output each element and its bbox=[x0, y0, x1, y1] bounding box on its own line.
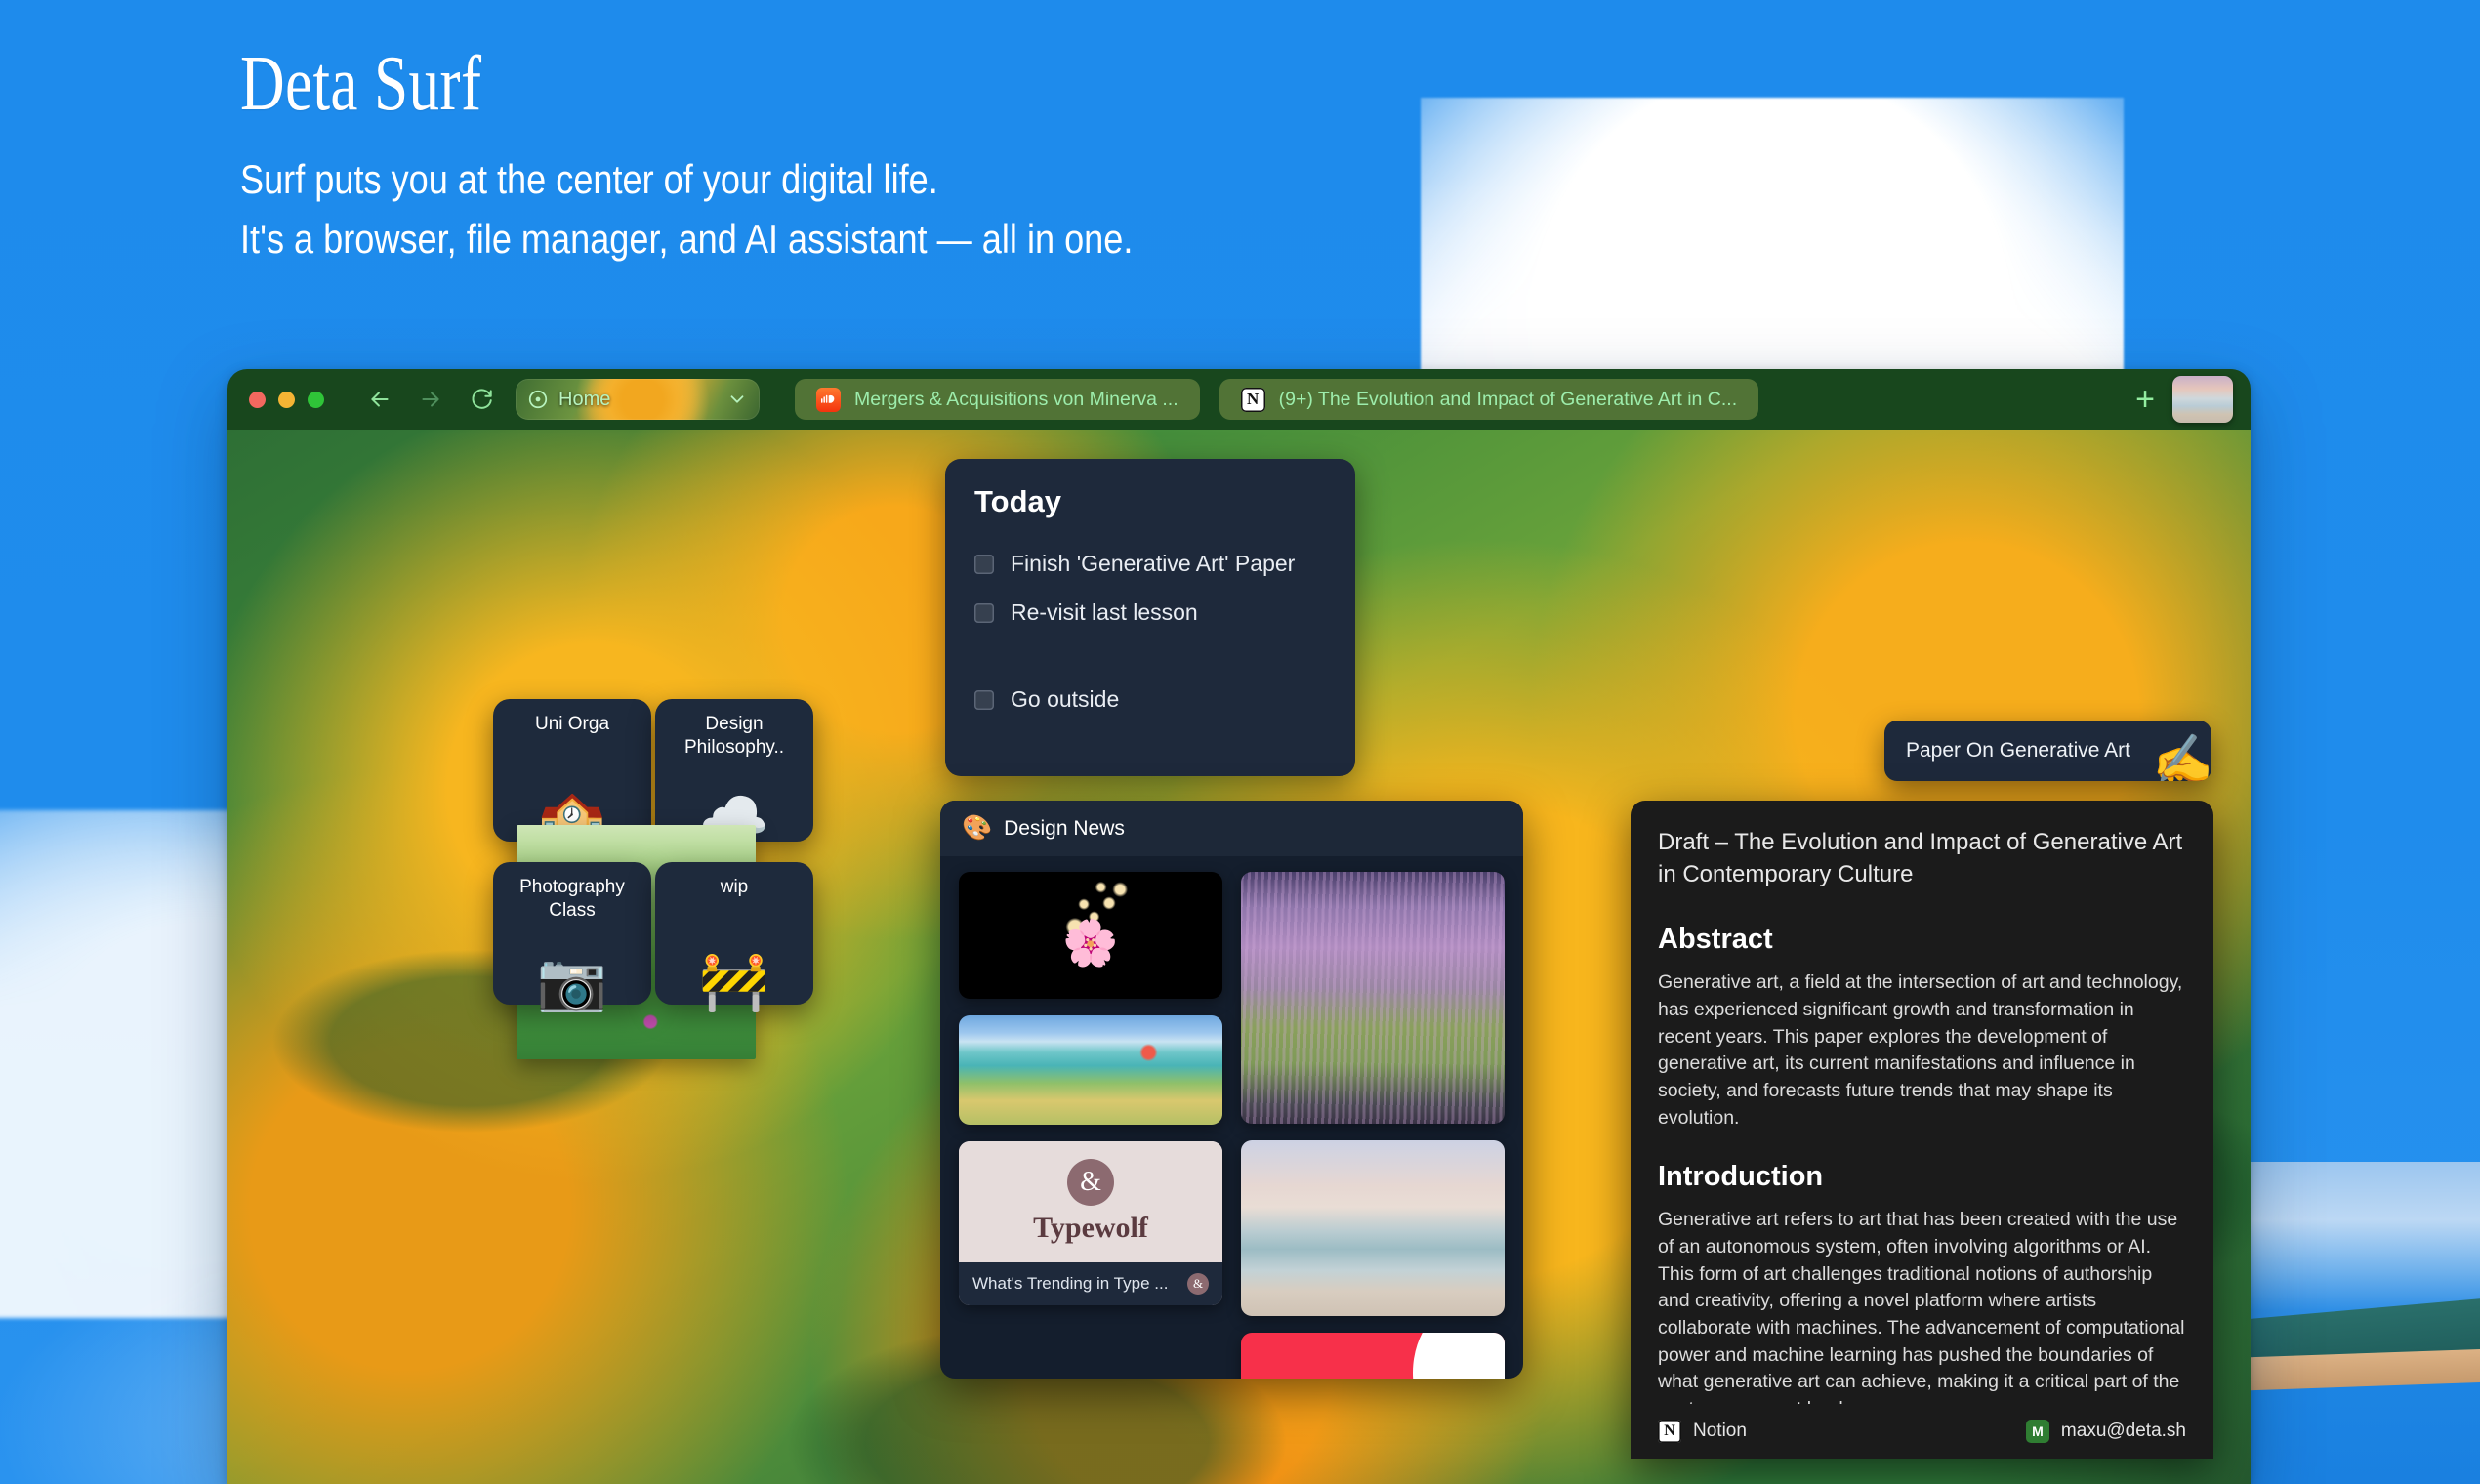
close-window-button[interactable] bbox=[249, 391, 266, 408]
forward-icon[interactable] bbox=[418, 387, 443, 412]
section-heading-abstract: Abstract bbox=[1658, 924, 1773, 956]
tile-label: Uni Orga bbox=[534, 714, 610, 734]
design-news-grid: 🌸 & Typewolf What's Trending in Type ...… bbox=[940, 856, 1523, 1379]
paper-on-generative-art-pill[interactable]: Paper On Generative Art ✍️ bbox=[1884, 721, 2211, 781]
tab-label: (9+) The Evolution and Impact of Generat… bbox=[1278, 388, 1738, 410]
soundcloud-icon bbox=[816, 387, 841, 412]
account-email-label: maxu@deta.sh bbox=[2060, 1421, 2186, 1441]
tab-notion-generative-art[interactable]: N (9+) The Evolution and Impact of Gener… bbox=[1219, 379, 1759, 420]
document-source-label: Notion bbox=[1693, 1421, 1747, 1441]
typewolf-mini-icon: & bbox=[1187, 1273, 1209, 1295]
window-controls bbox=[249, 391, 324, 408]
todo-item[interactable]: Go outside bbox=[974, 686, 1326, 713]
design-news-column-left: 🌸 & Typewolf What's Trending in Type ...… bbox=[959, 872, 1222, 1363]
document-account[interactable]: M maxu@deta.sh bbox=[2025, 1420, 2186, 1443]
section-body-introduction: Generative art refers to art that has be… bbox=[1658, 1209, 2185, 1420]
todo-label: Go outside bbox=[1011, 686, 1120, 712]
checkbox-icon[interactable] bbox=[974, 554, 994, 574]
tile-label: wip bbox=[720, 877, 749, 897]
design-news-title: Design News bbox=[1004, 816, 1125, 840]
artist-palette-icon: 🎨 bbox=[962, 814, 993, 842]
typewolf-logo-icon: & bbox=[1067, 1159, 1114, 1206]
section-body-abstract: Generative art, a field at the intersect… bbox=[1658, 971, 2183, 1129]
tile-wip[interactable]: wip 🚧 bbox=[655, 862, 813, 1010]
avatar: M bbox=[2025, 1420, 2049, 1443]
document-body: Draft – The Evolution and Impact of Gene… bbox=[1631, 801, 2213, 1423]
todo-label: Finish 'Generative Art' Paper bbox=[1011, 551, 1296, 576]
design-news-column-right bbox=[1241, 872, 1505, 1379]
tile-label: Photography Class bbox=[519, 877, 625, 921]
tile-label: Design Philosophy.. bbox=[683, 714, 785, 758]
tile-design-philosophy[interactable]: Design Philosophy.. ☁️ bbox=[655, 699, 813, 847]
reload-icon[interactable] bbox=[469, 387, 494, 412]
hero-block: Deta Surf Surf puts you at the center of… bbox=[240, 44, 1278, 269]
typewolf-artwork: & Typewolf bbox=[959, 1141, 1222, 1262]
hero-subtitle-line-2: It's a browser, file manager, and AI ass… bbox=[240, 215, 1134, 262]
typewolf-card[interactable]: & Typewolf What's Trending in Type ... & bbox=[959, 1141, 1222, 1305]
tab-label: Mergers & Acquisitions von Minerva ... bbox=[854, 388, 1178, 410]
back-icon[interactable] bbox=[367, 387, 393, 412]
home-chip[interactable]: Home bbox=[516, 379, 760, 420]
writing-hand-icon: ✍️ bbox=[2152, 732, 2211, 781]
design-news-panel: 🎨 Design News 🌸 & Typewolf What's Trendi… bbox=[940, 801, 1523, 1379]
browser-window: Home Mergers & Acquisitions von Minerva … bbox=[227, 369, 2251, 1484]
chevron-down-icon bbox=[730, 395, 744, 403]
typewolf-caption: What's Trending in Type ... bbox=[972, 1274, 1169, 1293]
document-title: Draft – The Evolution and Impact of Gene… bbox=[1658, 829, 2183, 888]
paper-pill-label: Paper On Generative Art bbox=[1906, 739, 2130, 762]
tile-uni-orga[interactable]: Uni Orga 🏫 bbox=[493, 699, 651, 847]
construction-icon: 🚧 bbox=[698, 950, 770, 1013]
monet-cliff-walk-card[interactable] bbox=[959, 1015, 1222, 1125]
checkbox-icon[interactable] bbox=[974, 602, 994, 623]
document-panel: Draft – The Evolution and Impact of Gene… bbox=[1631, 801, 2213, 1459]
checkbox-icon[interactable] bbox=[974, 689, 994, 710]
tab-thumbnail-preview[interactable] bbox=[2172, 376, 2233, 423]
maximize-window-button[interactable] bbox=[308, 391, 324, 408]
tab-soundcloud[interactable]: Mergers & Acquisitions von Minerva ... bbox=[795, 379, 1200, 420]
tab-strip: Mergers & Acquisitions von Minerva ... N… bbox=[795, 379, 1759, 420]
todo-item[interactable]: Finish 'Generative Art' Paper bbox=[974, 551, 1326, 577]
typewolf-brand: Typewolf bbox=[1033, 1212, 1148, 1244]
hero-subtitle-line-1: Surf puts you at the center of your digi… bbox=[240, 156, 938, 202]
beach-sunset-card[interactable] bbox=[1241, 1140, 1505, 1316]
section-heading-introduction: Introduction bbox=[1658, 1161, 1824, 1193]
rose-animation-card[interactable]: 🌸 bbox=[959, 872, 1222, 999]
hero-subtitle: Surf puts you at the center of your digi… bbox=[240, 150, 1278, 269]
browser-toolbar: Home Mergers & Acquisitions von Minerva … bbox=[227, 369, 2251, 430]
red-card[interactable] bbox=[1241, 1333, 1505, 1379]
rose-icon: 🌸 bbox=[1062, 917, 1119, 969]
notion-icon: N bbox=[1658, 1420, 1681, 1443]
today-title: Today bbox=[974, 484, 1061, 518]
lavender-field-card[interactable] bbox=[1241, 872, 1505, 1124]
page-title: Deta Surf bbox=[240, 39, 482, 127]
todo-label: Re-visit last lesson bbox=[1011, 599, 1198, 625]
camera-icon: 📷 bbox=[536, 950, 608, 1013]
document-source[interactable]: N Notion bbox=[1658, 1420, 1747, 1443]
today-card: Today Finish 'Generative Art' Paper Re-v… bbox=[945, 459, 1355, 776]
navigation-buttons bbox=[367, 387, 494, 412]
todo-item[interactable]: Re-visit last lesson bbox=[974, 599, 1326, 626]
typewolf-caption-bar: What's Trending in Type ... & bbox=[959, 1262, 1222, 1305]
new-tab-button[interactable]: + bbox=[2124, 378, 2167, 421]
document-footer: N Notion M maxu@deta.sh bbox=[1631, 1404, 2213, 1459]
home-chip-label: Home bbox=[558, 388, 611, 410]
surf-canvas: Uni Orga 🏫 Design Philosophy.. ☁️ Photog… bbox=[227, 430, 2251, 1484]
target-icon bbox=[528, 390, 548, 409]
minimize-window-button[interactable] bbox=[278, 391, 295, 408]
notion-icon: N bbox=[1240, 387, 1265, 412]
design-news-header: 🎨 Design News bbox=[940, 801, 1523, 856]
tile-photography-class[interactable]: Photography Class 📷 bbox=[493, 862, 651, 1010]
